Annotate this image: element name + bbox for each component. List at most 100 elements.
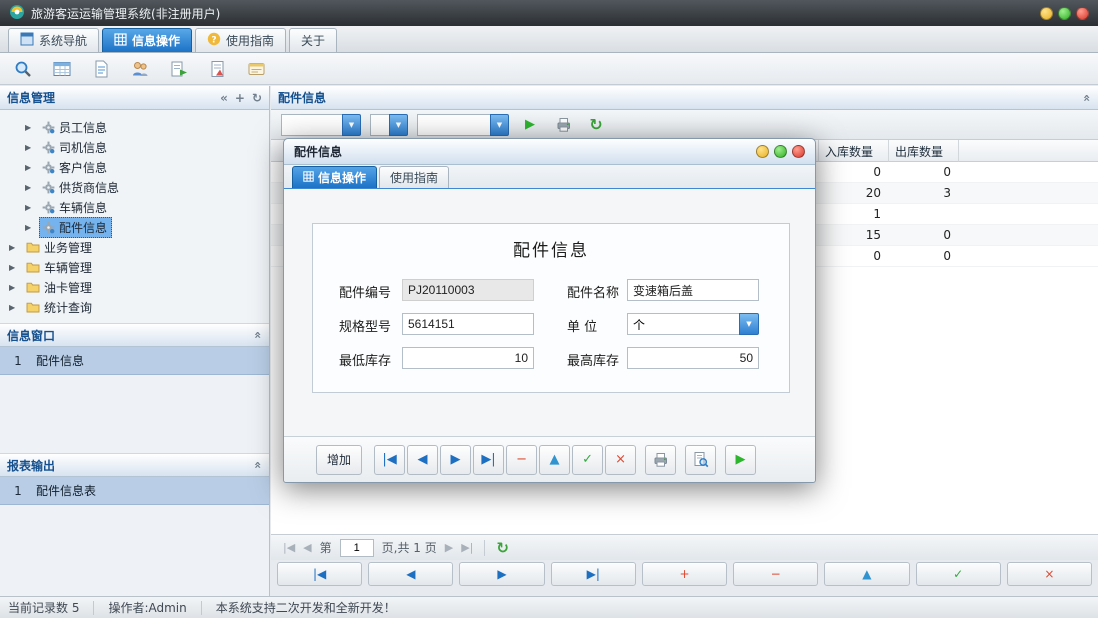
edit-record-button[interactable]: ▲ — [824, 562, 909, 586]
dialog-maximize-button[interactable] — [774, 145, 787, 158]
column-header-outbound-qty[interactable]: 出库数量 — [889, 140, 959, 162]
dialog-tab-user-guide[interactable]: 使用指南 — [379, 166, 449, 188]
add-panel-button[interactable]: + — [235, 92, 245, 104]
cards-tool-button[interactable] — [244, 56, 270, 82]
app-toolbar — [0, 53, 1098, 85]
spec-label: 规格型号 — [339, 316, 391, 335]
print-button[interactable] — [551, 113, 575, 137]
dialog-titlebar[interactable]: 配件信息 — [284, 139, 815, 165]
tree-folder-statistics-query[interactable]: ▶ 统计查询 — [0, 297, 269, 317]
report-tool-button[interactable] — [205, 56, 231, 82]
tree-item-driver-info[interactable]: ▶ 司机信息 — [0, 137, 269, 157]
collapse-section-icon[interactable]: « — [252, 331, 264, 339]
filter-combo-3-input[interactable] — [417, 114, 490, 136]
max-stock-field[interactable] — [627, 347, 759, 369]
tree-item-supplier-info[interactable]: ▶ 供货商信息 — [0, 177, 269, 197]
tab-info-operations[interactable]: 信息操作 — [102, 28, 192, 52]
item-label: 配件信息表 — [36, 482, 96, 499]
search-tool-button[interactable] — [10, 56, 36, 82]
tree-item-employee-info[interactable]: ▶ 员工信息 — [0, 117, 269, 137]
collapse-panel-button[interactable]: « — [220, 92, 228, 104]
expand-arrow-icon[interactable]: ▶ — [9, 263, 20, 272]
page-next-button[interactable]: ▶ — [445, 541, 453, 554]
document-tool-button[interactable] — [88, 56, 114, 82]
dialog-body: 配件信息 配件编号 配件名称 规格型号 单 位 ▼ — [284, 189, 815, 436]
dialog-edit-button[interactable]: ▲ — [539, 445, 570, 475]
dialog-save-button[interactable]: ✓ — [572, 445, 603, 475]
first-record-button[interactable]: |◀ — [277, 562, 362, 586]
info-window-item-parts-info[interactable]: 1 配件信息 — [0, 347, 269, 375]
column-header-inbound-qty[interactable]: 入库数量 — [819, 140, 889, 162]
dialog-minimize-button[interactable] — [756, 145, 769, 158]
tree-folder-business-management[interactable]: ▶ 业务管理 — [0, 237, 269, 257]
page-first-button[interactable]: |◀ — [283, 541, 295, 554]
filter-combo-2-input[interactable] — [370, 114, 389, 136]
report-output-item-parts-table[interactable]: 1 配件信息表 — [0, 477, 269, 505]
dialog-last-record-button[interactable]: ▶| — [473, 445, 504, 475]
tree-item-parts-info[interactable]: ▶ 配件信息 — [0, 217, 269, 237]
dialog-tab-info-operations[interactable]: 信息操作 — [292, 166, 377, 188]
part-no-field[interactable] — [402, 279, 534, 301]
dropdown-button[interactable]: ▼ — [739, 313, 759, 335]
dialog-preview-button[interactable] — [685, 445, 716, 475]
tree-item-customer-info[interactable]: ▶ 客户信息 — [0, 157, 269, 177]
tree-folder-vehicle-management[interactable]: ▶ 车辆管理 — [0, 257, 269, 277]
window-close-button[interactable] — [1076, 7, 1089, 20]
expand-arrow-icon[interactable]: ▶ — [25, 203, 36, 212]
window-maximize-button[interactable] — [1058, 7, 1071, 20]
tab-about[interactable]: 关于 — [289, 28, 337, 52]
tab-system-navigation[interactable]: 系统导航 — [8, 28, 99, 52]
tree-item-vehicle-info[interactable]: ▶ 车辆信息 — [0, 197, 269, 217]
run-query-button[interactable]: ▶ — [518, 113, 542, 137]
info-window-title: 信息窗口 — [7, 327, 55, 344]
dropdown-button[interactable]: ▼ — [342, 114, 361, 136]
page-refresh-button[interactable]: ↻ — [496, 539, 509, 557]
page-number-input[interactable] — [340, 539, 374, 557]
dialog-cancel-button[interactable]: × — [605, 445, 636, 475]
page-prev-button[interactable]: ◀ — [303, 541, 311, 554]
dialog-delete-button[interactable]: − — [506, 445, 537, 475]
add-record-button[interactable]: + — [642, 562, 727, 586]
last-record-button[interactable]: ▶| — [551, 562, 636, 586]
expand-arrow-icon[interactable]: ▶ — [25, 223, 36, 232]
window-minimize-button[interactable] — [1040, 7, 1053, 20]
tree-folder-oilcard-management[interactable]: ▶ 油卡管理 — [0, 277, 269, 297]
spec-field[interactable] — [402, 313, 534, 335]
dialog-print-button[interactable] — [645, 445, 676, 475]
dropdown-button[interactable]: ▼ — [389, 114, 408, 136]
gear-icon — [42, 201, 55, 214]
tab-user-guide[interactable]: ? 使用指南 — [195, 28, 286, 52]
unit-combo-input[interactable] — [627, 313, 739, 335]
collapse-main-panel-icon[interactable]: « — [1081, 94, 1093, 102]
dialog-prev-record-button[interactable]: ◀ — [407, 445, 438, 475]
dropdown-button[interactable]: ▼ — [490, 114, 509, 136]
add-button[interactable]: 增加 — [316, 445, 362, 475]
save-record-button[interactable]: ✓ — [916, 562, 1001, 586]
data-table-tool-button[interactable] — [49, 56, 75, 82]
expand-arrow-icon[interactable]: ▶ — [9, 283, 20, 292]
dialog-close-button[interactable] — [792, 145, 805, 158]
collapse-section-icon[interactable]: « — [252, 461, 264, 469]
sidebar-header: 信息管理 « + ↻ — [0, 86, 269, 110]
expand-arrow-icon[interactable]: ▶ — [9, 243, 20, 252]
refresh-grid-button[interactable]: ↻ — [584, 113, 608, 137]
export-tool-button[interactable] — [166, 56, 192, 82]
expand-arrow-icon[interactable]: ▶ — [25, 143, 36, 152]
min-stock-field[interactable] — [402, 347, 534, 369]
prev-record-button[interactable]: ◀ — [368, 562, 453, 586]
filter-combo-1-input[interactable] — [281, 114, 342, 136]
page-last-button[interactable]: ▶| — [461, 541, 473, 554]
next-record-button[interactable]: ▶ — [459, 562, 544, 586]
delete-record-button[interactable]: − — [733, 562, 818, 586]
staff-tool-button[interactable] — [127, 56, 153, 82]
dialog-run-button[interactable]: ▶ — [725, 445, 756, 475]
dialog-next-record-button[interactable]: ▶ — [440, 445, 471, 475]
expand-arrow-icon[interactable]: ▶ — [25, 183, 36, 192]
part-name-field[interactable] — [627, 279, 759, 301]
refresh-panel-button[interactable]: ↻ — [252, 92, 262, 104]
cancel-record-button[interactable]: × — [1007, 562, 1092, 586]
expand-arrow-icon[interactable]: ▶ — [25, 123, 36, 132]
dialog-first-record-button[interactable]: |◀ — [374, 445, 405, 475]
expand-arrow-icon[interactable]: ▶ — [25, 163, 36, 172]
expand-arrow-icon[interactable]: ▶ — [9, 303, 20, 312]
